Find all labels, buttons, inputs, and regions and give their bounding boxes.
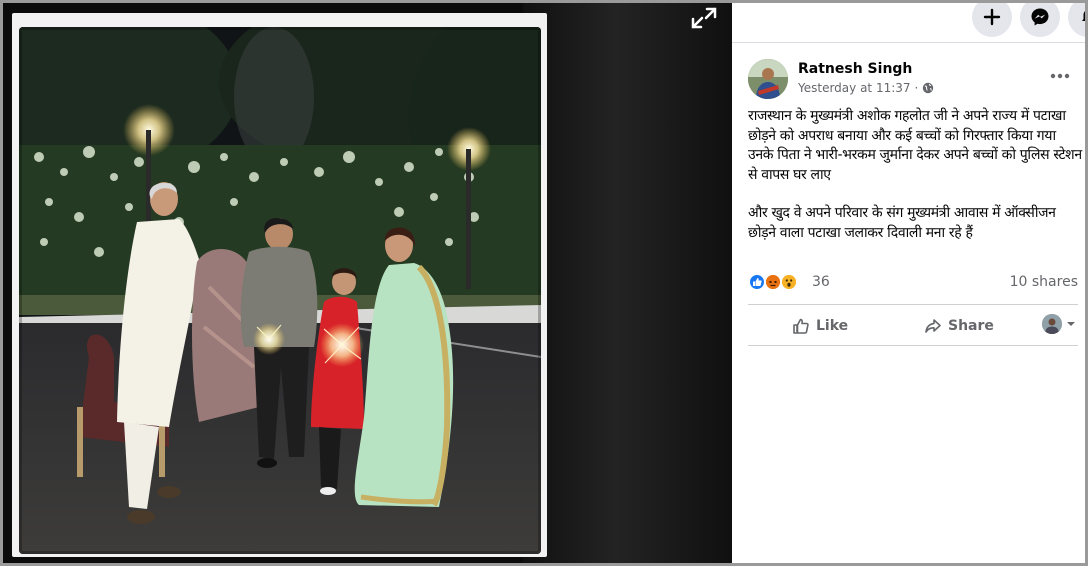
avatar (1042, 314, 1062, 334)
messenger-icon[interactable] (1020, 3, 1060, 37)
reactions-summary: 36 10 shares (748, 271, 1078, 295)
reaction-identity-picker[interactable] (1042, 314, 1076, 334)
action-bar: Like Share (748, 304, 1078, 346)
post-meta: Yesterday at 11:37 · (798, 81, 934, 95)
post-photo[interactable] (19, 27, 541, 554)
meta-separator: · (914, 81, 919, 95)
share-label: Share (948, 318, 994, 334)
author-name[interactable]: Ratnesh Singh (798, 61, 912, 77)
notifications-icon[interactable] (1068, 3, 1085, 37)
post-body: राजस्थान के मुख्यमंत्री अशोक गहलोत जी ने… (748, 107, 1084, 262)
more-options-icon[interactable] (1046, 65, 1074, 87)
top-navigation (732, 3, 1085, 43)
photo-viewer (3, 3, 732, 563)
like-button[interactable]: Like (792, 311, 848, 341)
diwali-night-scene (19, 27, 541, 554)
angry-reaction-icon[interactable] (764, 273, 782, 291)
share-icon (925, 319, 941, 333)
expand-icon[interactable] (689, 5, 719, 31)
viewer-background (523, 3, 732, 563)
wow-reaction-icon[interactable] (780, 273, 798, 291)
like-reaction-icon[interactable] (748, 273, 766, 291)
shares-count[interactable]: 10 shares (1010, 274, 1078, 290)
globe-icon[interactable] (922, 82, 934, 94)
share-button[interactable]: Share (924, 311, 994, 341)
like-label: Like (816, 318, 849, 334)
post-paragraph: और खुद वे अपने परिवार के संग मुख्यमंत्री… (748, 205, 1056, 241)
post-header: Ratnesh Singh Yesterday at 11:37 · (748, 59, 1078, 101)
photo-theater: Ratnesh Singh Yesterday at 11:37 · राजस्… (3, 3, 1085, 563)
post-panel: Ratnesh Singh Yesterday at 11:37 · राजस्… (732, 3, 1085, 563)
avatar[interactable] (748, 59, 788, 99)
chevron-down-icon (1067, 322, 1075, 326)
plus-icon[interactable] (972, 3, 1012, 37)
post-paragraph: राजस्थान के मुख्यमंत्री अशोक गहलोत जी ने… (748, 108, 1082, 183)
reaction-count[interactable]: 36 (812, 274, 830, 290)
post-timestamp[interactable]: Yesterday at 11:37 (798, 81, 911, 95)
like-icon (793, 318, 809, 334)
